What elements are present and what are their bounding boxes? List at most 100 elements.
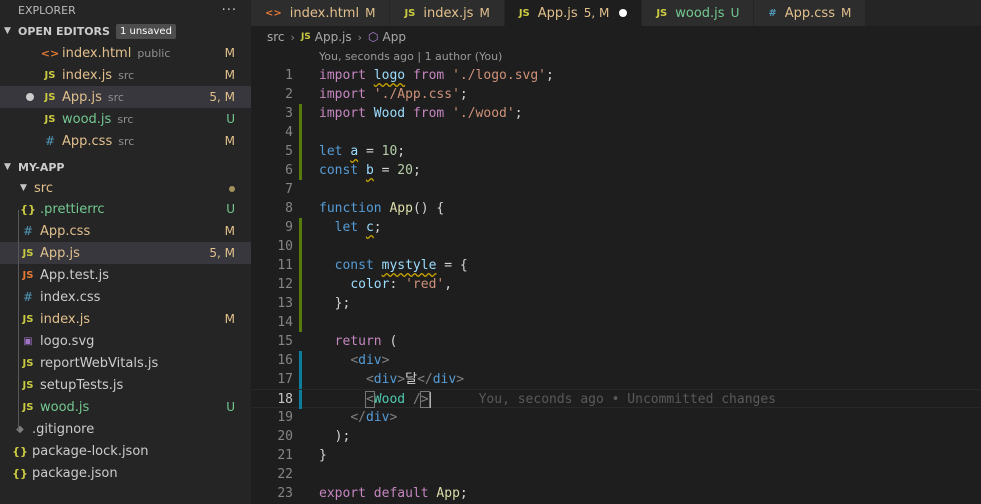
open-editor-item[interactable]: # App.css src M [0, 130, 251, 152]
more-actions-icon[interactable]: ··· [222, 3, 237, 18]
project-label: MY-APP [18, 160, 65, 174]
explorer-title: EXPLORER [18, 3, 76, 17]
file-tree-item[interactable]: JS App.js 5, M [0, 242, 251, 264]
json-icon: {} [20, 202, 36, 216]
line-number: 10 [277, 239, 293, 254]
code-text: export default App; [319, 486, 468, 501]
file-tree-item[interactable]: JS wood.js U [0, 396, 251, 418]
tab-label: index.html [289, 5, 360, 21]
code-line[interactable]: 21} [251, 446, 981, 465]
tab-git-status: 5, M [583, 6, 610, 20]
code-line[interactable]: 23 export default App; [251, 484, 981, 503]
open-editor-item[interactable]: JS App.js src 5, M [0, 86, 251, 108]
tab-index-js[interactable]: JS index.js M [390, 0, 505, 26]
code-line[interactable]: 13 }; [251, 294, 981, 313]
file-tree-item[interactable]: {} package.json [0, 462, 251, 484]
file-tree-item[interactable]: JS index.js M [0, 308, 251, 330]
git-status-badge: M [224, 68, 235, 82]
git-gutter-added-marker[interactable] [299, 104, 302, 123]
tab-app-css[interactable]: # App.css M [754, 0, 867, 26]
code-text: return ( [334, 334, 398, 349]
code-line[interactable]: 7 [251, 180, 981, 199]
code-line[interactable]: 20 ); [251, 427, 981, 446]
unsaved-dot-icon[interactable] [26, 93, 34, 101]
file-tree-item[interactable]: ▣ logo.svg [0, 330, 251, 352]
git-gutter-added-marker[interactable] [299, 294, 302, 313]
line-number: 18 [277, 392, 293, 407]
file-tree-item[interactable]: ◆ .gitignore [0, 418, 251, 440]
code-line[interactable]: 22 [251, 465, 981, 484]
code-line[interactable]: 3 import Wood from './wood'; [251, 104, 981, 123]
unsaved-dot-icon[interactable] [619, 9, 628, 17]
css-icon: # [44, 134, 56, 148]
tab-git-status: M [365, 6, 376, 20]
codelens-blame[interactable]: You, seconds ago | 1 author (You) [319, 48, 502, 66]
open-editor-item[interactable]: JS wood.js src U [0, 108, 251, 130]
code-line[interactable]: 15 return ( [251, 332, 981, 351]
folder-src[interactable]: ▼ src [0, 178, 251, 198]
code-line[interactable]: 11 const mystyle = { [251, 256, 981, 275]
git-gutter-modified-marker[interactable] [299, 351, 302, 370]
tab-app-js[interactable]: JS App.js 5, M [504, 0, 643, 26]
open-editor-item[interactable]: JS index.js src M [0, 64, 251, 86]
code-line[interactable]: 2 import './App.css'; [251, 85, 981, 104]
code-text: <div> [350, 353, 390, 368]
test-icon: JS [22, 269, 34, 281]
line-number: 19 [277, 410, 293, 425]
code-line[interactable]: 10 [251, 237, 981, 256]
git-gutter-added-marker[interactable] [299, 256, 302, 275]
tab-index-html[interactable]: <> index.html M [251, 0, 391, 26]
file-tree-item[interactable]: # App.css M [0, 220, 251, 242]
git-gutter-added-marker[interactable] [299, 218, 302, 237]
git-gutter-added-marker[interactable] [299, 237, 302, 256]
open-editors-section-header[interactable]: ▼ OPEN EDITORS 1 unsaved [0, 20, 251, 42]
breadcrumb-file[interactable]: App.js [315, 30, 352, 44]
code-line[interactable]: 16 <div> [251, 351, 981, 370]
git-gutter-added-marker[interactable] [299, 275, 302, 294]
git-gutter-added-marker[interactable] [299, 123, 302, 142]
file-tree-item[interactable]: JS setupTests.js [0, 374, 251, 396]
git-gutter-added-marker[interactable] [299, 142, 302, 161]
tab-git-status: U [730, 6, 740, 20]
tab-wood-js[interactable]: JS wood.js U [642, 0, 755, 26]
file-tree-item[interactable]: {} package-lock.json [0, 440, 251, 462]
code-editor[interactable]: You, seconds ago | 1 author (You) 1 impor… [251, 48, 981, 504]
git-gutter-added-marker[interactable] [299, 161, 302, 180]
code-line[interactable]: 1 import logo from './logo.svg'; [251, 66, 981, 85]
code-line[interactable]: 18 <Wood /> You, seconds ago • Uncommitte… [251, 389, 981, 409]
file-type-icon: <> [265, 7, 282, 19]
code-line[interactable]: 12 color: 'red', [251, 275, 981, 294]
git-status-badge: U [226, 112, 235, 126]
line-number: 2 [285, 87, 293, 102]
line-number: 9 [285, 220, 293, 235]
code-line[interactable]: 9 let c; [251, 218, 981, 237]
open-editor-item[interactable]: <> index.html public M [0, 42, 251, 64]
code-line[interactable]: 6 const b = 20; [251, 161, 981, 180]
breadcrumb-symbol[interactable]: App [383, 30, 406, 44]
file-tree-item[interactable]: JS reportWebVitals.js [0, 352, 251, 374]
code-line[interactable]: 5 let a = 10; [251, 142, 981, 161]
code-line[interactable]: 8 function App() { [251, 199, 981, 218]
breadcrumb-folder[interactable]: src [267, 30, 285, 44]
git-gutter-modified-marker[interactable] [299, 390, 302, 409]
code-line[interactable]: 19 </div> [251, 408, 981, 427]
tab-git-status: M [840, 6, 852, 20]
open-editors-label: OPEN EDITORS [18, 24, 110, 38]
git-gutter-modified-marker[interactable] [299, 370, 302, 389]
line-number: 14 [277, 315, 293, 330]
tree-indent-guide [18, 210, 19, 430]
git-gutter-added-marker[interactable] [299, 313, 302, 332]
file-tree-item[interactable]: JS App.test.js [0, 264, 251, 286]
code-line[interactable]: 17 <div>달</div> [251, 370, 981, 389]
project-section-header[interactable]: ▼ MY-APP [0, 156, 251, 178]
git-status-badge: 5, M [209, 90, 235, 104]
code-line[interactable]: 4 [251, 123, 981, 142]
file-tree-item[interactable]: # index.css [0, 286, 251, 308]
tab-label: wood.js [675, 5, 725, 21]
line-number: 15 [277, 334, 293, 349]
file-tree-label: package-lock.json [32, 443, 149, 459]
line-number: 16 [277, 353, 293, 368]
file-tree-item[interactable]: {} .prettierrc U [0, 198, 251, 220]
code-text: let c; [334, 220, 382, 235]
code-line[interactable]: 14 [251, 313, 981, 332]
